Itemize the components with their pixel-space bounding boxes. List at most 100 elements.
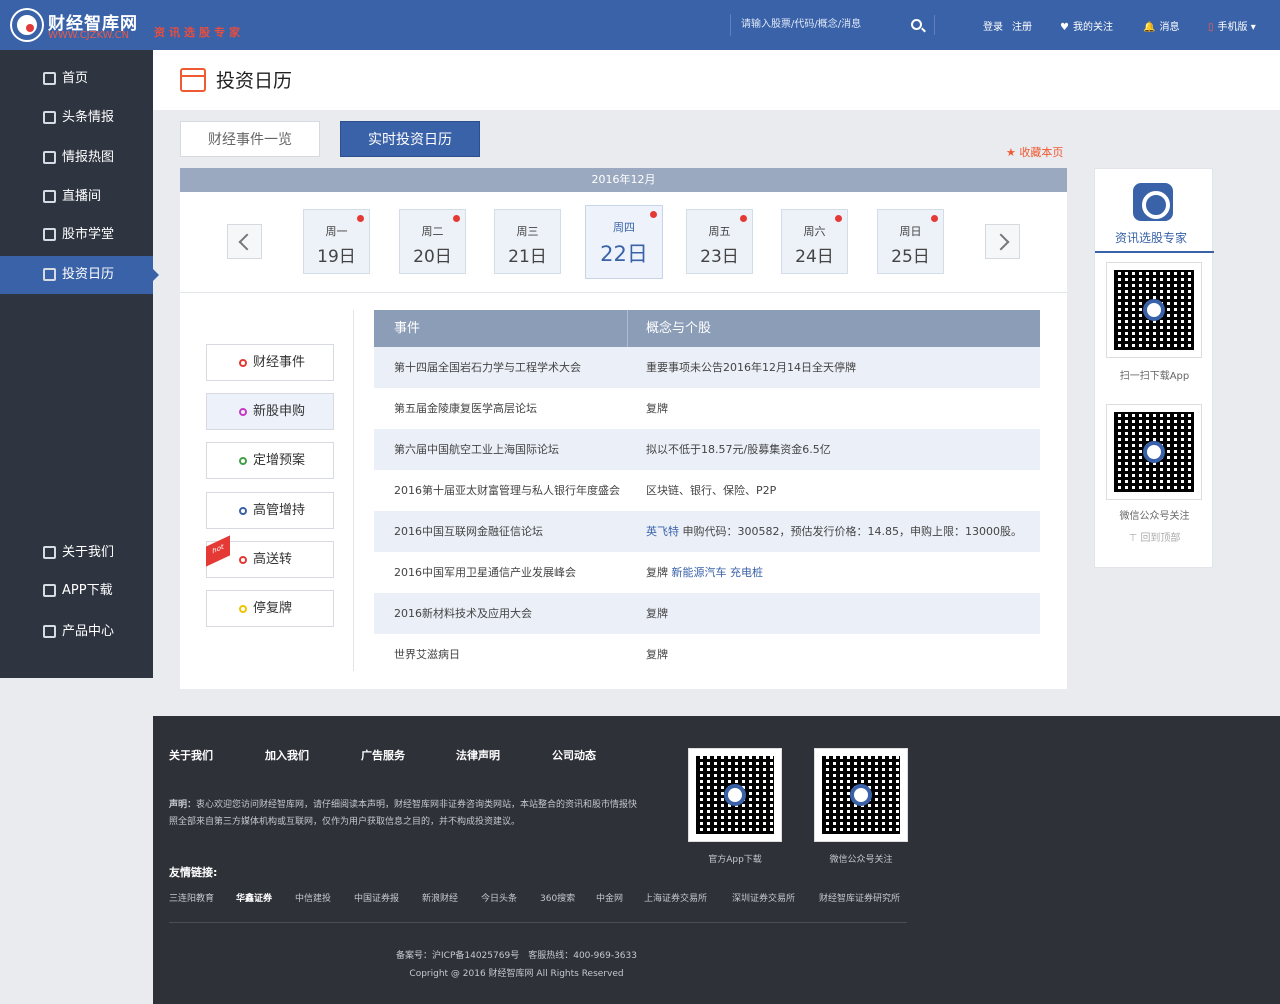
event-dot (357, 215, 364, 222)
search-input[interactable]: 请输入股票/代码/概念/消息 (730, 14, 928, 36)
calendar-day-23[interactable]: 周五 23日 (686, 209, 753, 274)
event-dot (453, 215, 460, 222)
chevron-down-icon: ▾ (1247, 22, 1256, 33)
filter-finance-events[interactable]: 财经事件 (206, 344, 334, 381)
event-cell: 2016新材料技术及应用大会 (394, 607, 532, 620)
friend-link[interactable]: 中信建投 (295, 891, 331, 904)
filter-suspension[interactable]: 停复牌 (206, 590, 334, 627)
table-row[interactable]: 2016中国互联网金融征信论坛 英飞特 申购代码：300582，预估发行价格：14… (374, 511, 1040, 552)
event-cell: 第六届中国航空工业上海国际论坛 (394, 443, 559, 456)
filter-label: 高送转 (253, 552, 293, 567)
footer-link-about[interactable]: 关于我们 (169, 747, 213, 763)
day-date: 23日 (700, 247, 739, 267)
day-date: 22日 (600, 242, 648, 266)
sidebar-item-live[interactable]: 直播间 (0, 178, 153, 216)
mobile-icon: ▯ (1208, 22, 1214, 33)
message-link[interactable]: 🔔 消息 (1143, 18, 1179, 33)
bookmark-link[interactable]: ★ 收藏本页 (1006, 144, 1063, 160)
table-row[interactable]: 2016中国军用卫星通信产业发展峰会 复牌 新能源汽车 充电桩 (374, 552, 1040, 593)
calendar-day-25[interactable]: 周日 25日 (877, 209, 944, 274)
search-placeholder: 请输入股票/代码/概念/消息 (741, 19, 862, 30)
filter-private-placement[interactable]: 定增预案 (206, 442, 334, 479)
sidebar-item-label: APP下载 (62, 583, 113, 598)
tools-icon (43, 625, 56, 638)
day-week: 周日 (899, 225, 922, 238)
pie-chart-icon (43, 151, 56, 164)
app-title-underline (1095, 251, 1214, 253)
tab-calendar[interactable]: 实时投资日历 (340, 121, 480, 157)
day-date: 21日 (508, 247, 547, 267)
page-header: 投资日历 (153, 50, 1280, 110)
friend-link[interactable]: 深圳证券交易所 (732, 891, 795, 904)
filter-executive-increase[interactable]: 高管增持 (206, 492, 334, 529)
concept-cell: 区块链、银行、保险、P2P (646, 484, 777, 497)
sidebar-item-school[interactable]: 股市学堂 (0, 216, 153, 254)
table-row[interactable]: 第五届金陵康复医学高层论坛 复牌 (374, 388, 1040, 429)
friend-link[interactable]: 中国证券报 (354, 891, 399, 904)
footer-link-ads[interactable]: 广告服务 (361, 747, 405, 763)
sidebar-item-products[interactable]: 产品中心 (0, 613, 153, 651)
app-download-panel: 资讯选股专家 扫一扫下载App 微信公众号关注 ⊤ 回到顶部 (1094, 168, 1214, 568)
concept-link[interactable]: 新能源汽车 充电桩 (672, 566, 764, 579)
live-icon (43, 190, 56, 203)
event-cell: 第五届金陵康复医学高层论坛 (394, 402, 537, 415)
mobile-link[interactable]: ▯ 手机版 ▾ (1208, 18, 1256, 33)
friend-link[interactable]: 上海证券交易所 (644, 891, 707, 904)
stock-link[interactable]: 英飞特 (646, 525, 679, 538)
day-week: 周二 (421, 225, 444, 238)
calendar-day-24[interactable]: 周六 24日 (781, 209, 848, 274)
concept-text: 复牌 (646, 566, 672, 579)
my-follow-link[interactable]: ♥ 我的关注 (1060, 18, 1113, 33)
sidebar-item-about[interactable]: 关于我们 (0, 534, 153, 572)
search-icon[interactable] (911, 19, 922, 30)
day-week: 周四 (613, 221, 635, 234)
next-week-button[interactable] (985, 224, 1020, 259)
calendar-day-22[interactable]: 周四 22日 (585, 205, 663, 279)
sidebar-item-headlines[interactable]: 头条情报 (0, 99, 153, 137)
icp-text: 备案号：沪ICP备14025769号 (396, 951, 520, 961)
tab-events[interactable]: 财经事件一览 (180, 121, 320, 157)
footer-link-news[interactable]: 公司动态 (552, 747, 596, 763)
calendar-day-21[interactable]: 周三 21日 (494, 209, 561, 274)
friend-link[interactable]: 今日头条 (481, 891, 517, 904)
friend-link[interactable]: 360搜索 (540, 891, 575, 904)
qr-logo (724, 784, 746, 806)
edit-icon (43, 111, 56, 124)
domain-suffix: .CN (111, 30, 130, 41)
concept-text: 申购代码：300582，预估发行价格：14.85，申购上限：13000股。 (679, 525, 1022, 538)
table-row[interactable]: 2016新材料技术及应用大会 复牌 (374, 593, 1040, 634)
table-row[interactable]: 第十四届全国岩石力学与工程学术大会 重要事项未公告2016年12月14日全天停牌 (374, 347, 1040, 388)
table-row[interactable]: 第六届中国航空工业上海国际论坛 拟以不低于18.57元/股募集资金6.5亿 (374, 429, 1040, 470)
qr-logo (1143, 299, 1165, 321)
calendar-day-19[interactable]: 周一 19日 (303, 209, 370, 274)
hot-badge: hot (206, 535, 230, 567)
app-icon[interactable] (1133, 183, 1173, 221)
friend-link[interactable]: 新浪财经 (422, 891, 458, 904)
domain-prefix: WWW. (48, 30, 80, 41)
friend-link[interactable]: 财经智库证券研究所 (819, 891, 900, 904)
calendar-divider (180, 292, 1067, 293)
sidebar-item-heatmap[interactable]: 情报热图 (0, 139, 153, 177)
footer-link-join[interactable]: 加入我们 (265, 747, 309, 763)
back-to-top-button[interactable]: ⊤ 回到顶部 (1095, 529, 1214, 544)
filter-ipo[interactable]: 新股申购 (206, 393, 334, 430)
footer-link-legal[interactable]: 法律声明 (456, 747, 500, 763)
sidebar-item-app-download[interactable]: APP下载 (0, 572, 153, 610)
previous-week-button[interactable] (227, 224, 262, 259)
service-hotline: 客服热线：400-969-3633 (528, 951, 637, 961)
concept-cell: 复牌 (646, 607, 668, 620)
friend-link[interactable]: 华鑫证券 (236, 891, 272, 904)
sidebar-item-calendar[interactable]: 投资日历 (0, 256, 159, 294)
event-cell: 2016中国军用卫星通信产业发展峰会 (394, 566, 576, 579)
table-row[interactable]: 世界艾滋病日 复牌 (374, 634, 1040, 675)
sidebar-item-home[interactable]: 首页 (0, 60, 153, 98)
filter-bonus-shares[interactable]: hot 高送转 (206, 535, 334, 578)
register-link[interactable]: 注册 (1012, 18, 1032, 33)
table-row[interactable]: 2016第十届亚太财富管理与私人银行年度盛会 区块链、银行、保险、P2P (374, 470, 1040, 511)
calendar-day-20[interactable]: 周二 20日 (399, 209, 466, 274)
site-logo[interactable] (12, 10, 42, 40)
friend-link[interactable]: 三连阳教育 (169, 891, 214, 904)
login-link[interactable]: 登录 (983, 18, 1003, 33)
filter-dot (239, 359, 247, 367)
friend-link[interactable]: 中金网 (596, 891, 623, 904)
